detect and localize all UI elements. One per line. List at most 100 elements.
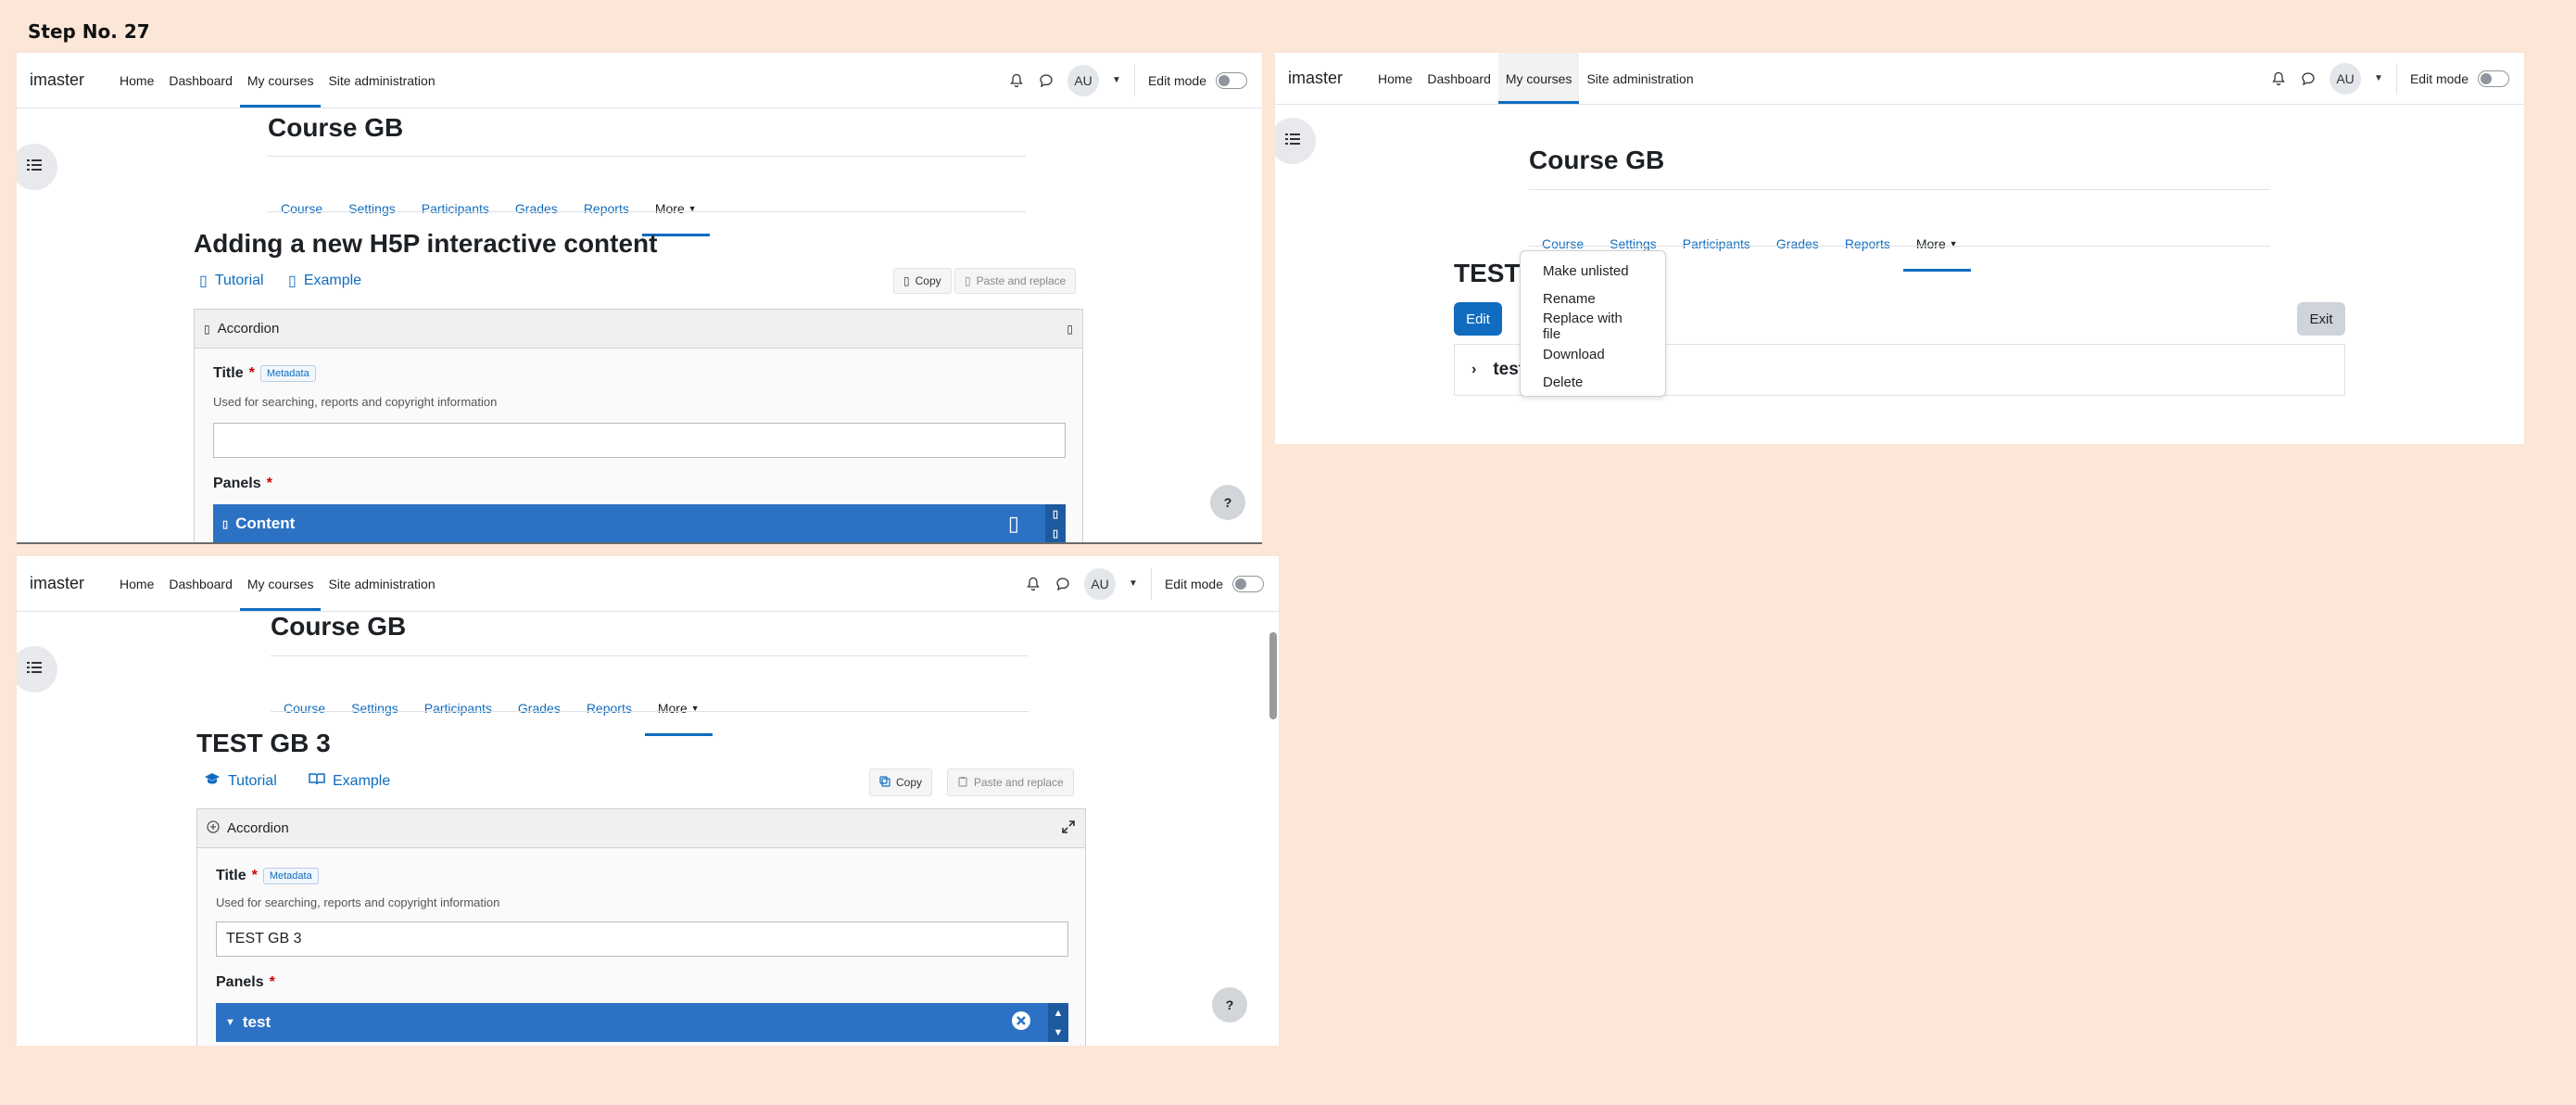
user-avatar[interactable]: AU — [1084, 567, 1117, 600]
metadata-button[interactable]: Metadata — [262, 868, 319, 884]
chat-icon[interactable] — [1054, 576, 1071, 592]
tab-reports[interactable]: Reports — [571, 181, 642, 236]
tab-grades[interactable]: Grades — [505, 680, 574, 736]
menu-item-rename[interactable]: Rename — [1521, 285, 1665, 312]
tab-settings[interactable]: Settings — [335, 181, 409, 236]
tab-course[interactable]: Course — [268, 181, 335, 236]
tab-settings[interactable]: Settings — [338, 680, 411, 736]
course-title: Course GB — [268, 113, 404, 142]
tab-participants[interactable]: Participants — [409, 181, 502, 236]
reorder-controls: ▯ ▯ — [1045, 504, 1066, 542]
panels-label-text: Panels — [213, 476, 261, 491]
title-label-text: Title — [216, 868, 246, 883]
title-input[interactable]: TEST GB 3 — [216, 921, 1068, 957]
course-index-drawer-button[interactable] — [1275, 118, 1316, 164]
tab-participants[interactable]: Participants — [411, 680, 505, 736]
tab-reports[interactable]: Reports — [1832, 216, 1903, 272]
bell-icon[interactable] — [1025, 576, 1042, 592]
tab-reports[interactable]: Reports — [574, 680, 645, 736]
chevron-down-icon[interactable]: ▼ — [1112, 75, 1121, 85]
move-up-icon[interactable]: ▯ — [1053, 508, 1058, 520]
edit-mode-toggle[interactable] — [1216, 71, 1247, 89]
chevron-down-icon[interactable]: ▼ — [2374, 73, 2383, 83]
menu-item-replace-with-file[interactable]: Replace with file — [1521, 311, 1665, 342]
tab-more[interactable]: More ▼ — [1902, 216, 1971, 272]
move-down-icon[interactable]: ▼ — [1054, 1027, 1064, 1038]
copy-button[interactable]: Copy — [869, 768, 933, 796]
tab-more[interactable]: More ▼ — [644, 680, 713, 736]
nav-home[interactable]: Home — [1370, 53, 1420, 104]
course-index-drawer-button[interactable] — [17, 144, 57, 190]
panel-item-bar[interactable]: ▯ Content ▯ ▯ ▯ — [213, 504, 1066, 542]
title-field-label: Title * Metadata — [213, 365, 316, 382]
help-button[interactable]: ? — [1212, 987, 1247, 1022]
site-brand[interactable]: imaster — [30, 70, 84, 90]
tutorial-link[interactable]: Tutorial — [204, 772, 277, 790]
step-label: Step No. 27 — [28, 20, 150, 43]
panel-item-bar[interactable]: ▼ test ▲ ▼ — [216, 1003, 1068, 1042]
metadata-button[interactable]: Metadata — [259, 365, 316, 382]
remove-icon[interactable] — [1011, 1010, 1031, 1035]
chat-icon[interactable] — [2300, 70, 2317, 87]
nav-dashboard[interactable]: Dashboard — [161, 53, 240, 108]
course-index-drawer-button[interactable] — [17, 646, 57, 692]
tab-grades[interactable]: Grades — [502, 181, 571, 236]
nav-home[interactable]: Home — [112, 53, 161, 108]
title-field-description: Used for searching, reports and copyrigh… — [213, 395, 498, 409]
paste-replace-button[interactable]: ▯ Paste and replace — [954, 268, 1077, 294]
panel-item-label: Content — [235, 514, 296, 532]
bell-icon[interactable] — [1008, 72, 1025, 89]
site-brand[interactable]: imaster — [30, 574, 84, 593]
expand-icon[interactable]: ▯ — [1067, 323, 1073, 336]
exit-button[interactable]: Exit — [2297, 302, 2345, 336]
nav-dashboard[interactable]: Dashboard — [1420, 53, 1498, 104]
site-brand[interactable]: imaster — [1288, 69, 1343, 88]
bell-icon[interactable] — [2270, 70, 2287, 87]
chevron-down-icon[interactable]: ▼ — [1129, 578, 1138, 589]
move-up-icon[interactable]: ▲ — [1054, 1008, 1064, 1019]
nav-home[interactable]: Home — [112, 556, 161, 611]
example-link[interactable]: ▯ Example — [288, 272, 361, 290]
top-navbar: imaster Home Dashboard My courses Site a… — [17, 53, 1262, 108]
edit-mode-label: Edit mode — [1164, 576, 1223, 591]
remove-icon[interactable]: ▯ — [1008, 512, 1019, 536]
nav-dashboard[interactable]: Dashboard — [161, 556, 240, 611]
user-avatar[interactable]: AU — [2330, 62, 2362, 95]
nav-site-administration[interactable]: Site administration — [1579, 53, 1700, 104]
edit-mode-control: Edit mode — [2410, 70, 2509, 87]
scrollbar[interactable] — [1269, 632, 1277, 719]
edit-mode-toggle[interactable] — [1232, 575, 1264, 592]
library-icon — [207, 819, 220, 837]
title-field-description: Used for searching, reports and copyrigh… — [216, 895, 500, 909]
menu-item-download[interactable]: Download — [1521, 340, 1665, 368]
menu-item-make-unlisted[interactable]: Make unlisted — [1521, 257, 1665, 285]
tab-more[interactable]: More ▼ — [641, 181, 710, 236]
title-input[interactable] — [213, 423, 1066, 458]
tab-course[interactable]: Course — [271, 680, 338, 736]
user-avatar[interactable]: AU — [1067, 64, 1100, 96]
edit-button[interactable]: Edit — [1454, 302, 1502, 336]
move-down-icon[interactable]: ▯ — [1053, 527, 1058, 540]
editor-header: Accordion — [197, 809, 1085, 848]
expand-icon[interactable] — [1061, 819, 1076, 838]
nav-site-administration[interactable]: Site administration — [321, 53, 442, 108]
course-title: Course GB — [1529, 146, 1665, 174]
edit-mode-toggle[interactable] — [2478, 70, 2509, 87]
help-button[interactable]: ? — [1210, 485, 1245, 520]
tutorial-link[interactable]: ▯ Tutorial — [199, 272, 264, 290]
library-icon: ▯ — [204, 322, 210, 336]
panels-label-text: Panels — [216, 974, 264, 990]
top-navbar: imaster Home Dashboard My courses Site a… — [1275, 53, 2524, 105]
chat-icon[interactable] — [1038, 72, 1054, 89]
nav-site-administration[interactable]: Site administration — [321, 556, 442, 611]
nav-my-courses[interactable]: My courses — [239, 53, 322, 108]
nav-my-courses[interactable]: My courses — [1497, 53, 1580, 104]
copy-button[interactable]: ▯ Copy — [893, 268, 952, 294]
example-link[interactable]: Example — [309, 772, 390, 790]
nav-my-courses[interactable]: My courses — [239, 556, 322, 611]
caret-down-icon: ▼ — [225, 1017, 235, 1028]
paste-replace-button[interactable]: Paste and replace — [947, 768, 1074, 796]
tab-grades[interactable]: Grades — [1763, 216, 1832, 272]
tab-participants[interactable]: Participants — [1670, 216, 1763, 272]
menu-item-delete[interactable]: Delete — [1521, 368, 1665, 396]
